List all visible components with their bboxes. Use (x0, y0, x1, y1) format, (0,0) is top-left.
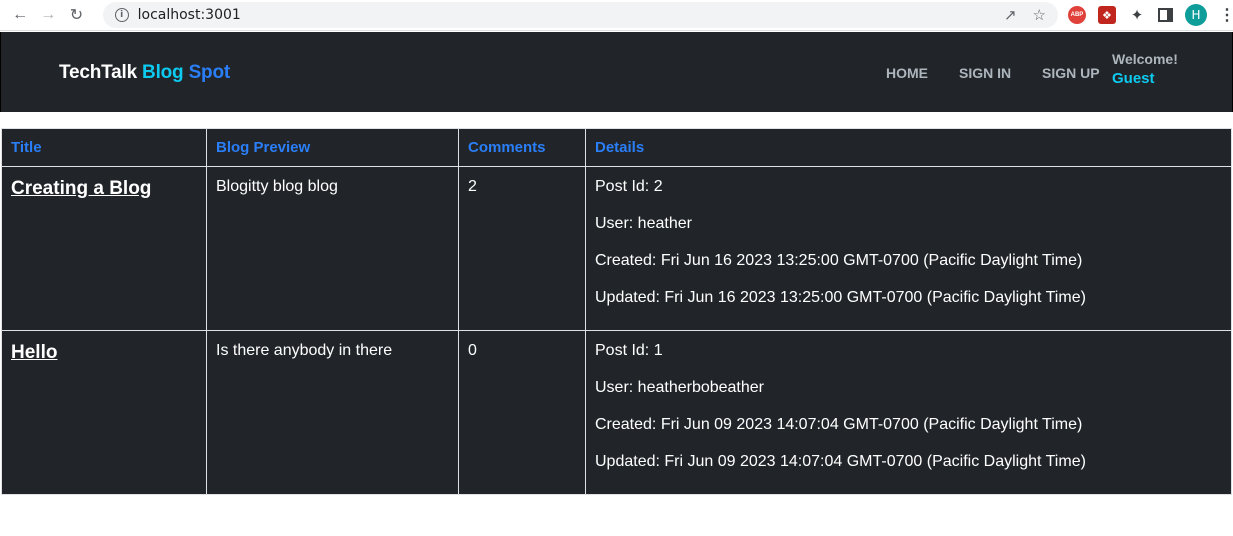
column-header-preview: Blog Preview (206, 128, 459, 167)
brand-part-blog: Blog (142, 62, 184, 83)
post-updated: Updated: Fri Jun 09 2023 14:07:04 GMT-07… (595, 453, 1086, 470)
post-created: Created: Fri Jun 09 2023 14:07:04 GMT-07… (595, 416, 1083, 433)
table-row: Hello Is there anybody in there 0 Post I… (1, 330, 1232, 495)
column-header-title: Title (1, 128, 207, 167)
nav-home-link[interactable]: HOME (886, 65, 928, 81)
pdf-extension-icon[interactable]: ❖ (1097, 6, 1116, 24)
title-cell: Creating a Blog (1, 166, 207, 331)
brand-part-spot: Spot (188, 62, 231, 83)
blog-posts-table: Title Blog Preview Comments Details Crea… (1, 128, 1232, 495)
table-header-row: Title Blog Preview Comments Details (1, 128, 1232, 167)
post-id: Post Id: 1 (595, 342, 663, 359)
post-user: User: heatherbobeather (595, 379, 764, 396)
welcome-label: Welcome! (1112, 51, 1178, 67)
nav-sign-in-link[interactable]: SIGN IN (959, 65, 1011, 81)
comments-cell: 2 (458, 166, 586, 331)
table-row: Creating a Blog Blogitty blog blog 2 Pos… (1, 166, 1232, 331)
comment-count: 0 (468, 342, 477, 359)
back-arrow-icon[interactable]: ← (8, 2, 32, 28)
details-cell: Post Id: 2 User: heather Created: Fri Ju… (585, 166, 1232, 331)
post-user: User: heather (595, 215, 692, 232)
bookmark-star-icon[interactable]: ☆ (1033, 6, 1046, 24)
site-info-icon[interactable]: i (114, 8, 129, 22)
reload-icon[interactable]: ↻ (64, 2, 88, 28)
details-cell: Post Id: 1 User: heatherbobeather Create… (585, 330, 1232, 495)
site-header: TechTalk Blog Spot HOME SIGN IN SIGN UP … (0, 32, 1233, 112)
post-preview: Blogitty blog blog (216, 178, 338, 195)
browser-menu-icon[interactable]: ⋮ (1219, 5, 1233, 25)
preview-cell: Blogitty blog blog (206, 166, 459, 331)
adblock-extension-icon[interactable]: ABP (1067, 6, 1086, 24)
browser-toolbar: ← → ↻ i localhost:3001 ↗ ☆ ABP ❖ ✦ H ⋮ (0, 0, 1233, 31)
post-preview: Is there anybody in there (216, 342, 393, 359)
forward-arrow-icon[interactable]: → (36, 2, 60, 28)
address-bar[interactable]: i localhost:3001 ↗ ☆ (102, 2, 1058, 28)
title-cell: Hello (1, 330, 207, 495)
comment-count: 2 (468, 178, 477, 195)
extensions-puzzle-icon[interactable]: ✦ (1128, 6, 1146, 24)
column-header-details: Details (585, 128, 1232, 167)
post-title-link[interactable]: Hello (11, 342, 57, 364)
profile-avatar[interactable]: H (1184, 4, 1207, 26)
brand-logo[interactable]: TechTalk Blog Spot (59, 62, 230, 84)
side-panel-icon[interactable] (1157, 8, 1173, 22)
post-title-link[interactable]: Creating a Blog (11, 178, 151, 200)
brand-part-techtalk: TechTalk (59, 62, 137, 83)
column-header-comments: Comments (458, 128, 586, 167)
user-name: Guest (1112, 70, 1155, 87)
preview-cell: Is there anybody in there (206, 330, 459, 495)
post-updated: Updated: Fri Jun 16 2023 13:25:00 GMT-07… (595, 289, 1086, 306)
url-text[interactable]: localhost:3001 (138, 7, 241, 23)
share-icon[interactable]: ↗ (1004, 6, 1017, 24)
nav-sign-up-link[interactable]: SIGN UP (1042, 65, 1100, 81)
post-id: Post Id: 2 (595, 178, 663, 195)
comments-cell: 0 (458, 330, 586, 495)
post-created: Created: Fri Jun 16 2023 13:25:00 GMT-07… (595, 252, 1083, 269)
